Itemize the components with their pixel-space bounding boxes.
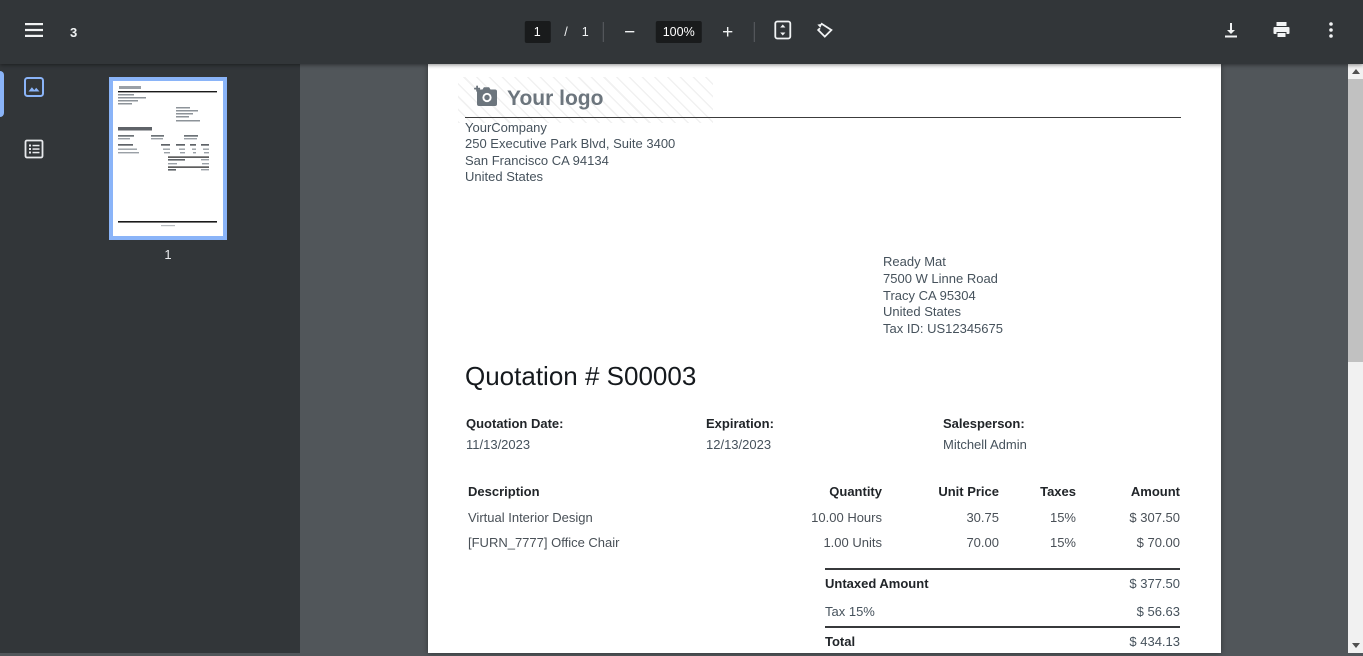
table-header-row: Description Quantity Unit Price Taxes Am… [468,484,1180,509]
outline-icon [23,138,45,165]
page-count: 1 [582,25,589,39]
cell-description: [FURN_7777] Office Chair [468,535,752,550]
selected-tab-indicator [0,71,4,117]
customer-country: United States [883,304,1003,321]
header-taxes: Taxes [999,484,1076,499]
untaxed-amount-row: Untaxed Amount $ 377.50 [825,570,1180,598]
page-thumbnail[interactable] [109,77,227,240]
scrollbar-thumb[interactable] [1348,79,1363,362]
cell-quantity: 10.00 Hours [752,510,882,525]
pdf-page: Your logo YourCompany 250 Executive Park… [428,64,1221,653]
table-row: [FURN_7777] Office Chair 1.00 Units 70.0… [468,535,1180,560]
quotation-date-block: Quotation Date: 11/13/2023 [466,416,564,452]
salesperson-value: Mitchell Admin [943,437,1027,452]
salesperson-block: Salesperson: Mitchell Admin [943,416,1027,452]
download-icon [1222,21,1240,44]
scrollbar-down-button[interactable] [1348,638,1363,653]
pdf-toolbar: 3 1 / 1 − 100% + [0,0,1363,64]
rotate-icon [815,20,835,45]
menu-button[interactable] [20,18,48,46]
untaxed-amount-label: Untaxed Amount [825,576,929,591]
rotate-button[interactable] [811,18,839,46]
kebab-icon [1329,22,1333,43]
print-icon [1272,21,1291,44]
quotation-date-value: 11/13/2023 [466,437,564,452]
total-row: Total $ 434.13 [825,626,1180,656]
header-unit-price: Unit Price [882,484,999,499]
vertical-scrollbar[interactable] [1348,64,1363,653]
camera-icon [473,85,498,113]
cell-unit-price: 30.75 [882,510,999,525]
untaxed-amount-value: $ 377.50 [1129,576,1180,591]
page-separator: / [564,25,567,39]
cell-taxes: 15% [999,535,1076,550]
tax-label: Tax 15% [825,604,875,619]
print-button[interactable] [1267,18,1295,46]
expiration-block: Expiration: 12/13/2023 [706,416,774,452]
company-name: YourCompany [465,120,675,136]
zoom-out-button[interactable]: − [618,23,642,42]
cell-amount: $ 307.50 [1076,510,1180,525]
cell-description: Virtual Interior Design [468,510,752,525]
logo-text: Your logo [507,87,603,111]
cell-taxes: 15% [999,510,1076,525]
scrollbar-up-button[interactable] [1348,64,1363,79]
customer-address: Ready Mat 7500 W Linne Road Tracy CA 953… [883,254,1003,338]
header-divider [465,117,1181,118]
cell-unit-price: 70.00 [882,535,999,550]
tab-thumbnails[interactable] [21,76,47,102]
thumbnail-panel: 1 [0,64,300,653]
header-description: Description [468,484,752,499]
zoom-in-button[interactable]: + [716,23,740,42]
customer-name: Ready Mat [883,254,1003,271]
page-thumbnail-preview [113,81,223,236]
header-quantity: Quantity [752,484,882,499]
cell-amount: $ 70.00 [1076,535,1180,550]
company-street: 250 Executive Park Blvd, Suite 3400 [465,136,675,152]
thumbnails-icon [22,75,46,104]
page-input[interactable]: 1 [524,21,550,43]
tax-value: $ 56.63 [1137,604,1180,619]
expiration-label: Expiration: [706,416,774,431]
totals-table: Untaxed Amount $ 377.50 Tax 15% $ 56.63 … [825,568,1180,656]
customer-tax-id: Tax ID: US12345675 [883,321,1003,338]
cell-quantity: 1.00 Units [752,535,882,550]
fit-page-icon [773,20,793,45]
header-amount: Amount [1076,484,1180,499]
fit-page-button[interactable] [769,18,797,46]
thumbnail-page-number: 1 [109,247,227,262]
zoom-level[interactable]: 100% [656,21,702,43]
company-address: YourCompany 250 Executive Park Blvd, Sui… [465,120,675,186]
total-value: $ 434.13 [1129,634,1180,649]
company-logo: Your logo [473,85,603,113]
quotation-date-label: Quotation Date: [466,416,564,431]
more-options-button[interactable] [1317,18,1345,46]
toolbar-divider [603,22,604,42]
company-country: United States [465,169,675,185]
customer-street: 7500 W Linne Road [883,271,1003,288]
document-title: 3 [70,25,77,40]
order-lines-table: Description Quantity Unit Price Taxes Am… [468,484,1180,560]
toolbar-divider [754,22,755,42]
quotation-title: Quotation # S00003 [465,361,696,392]
download-button[interactable] [1217,18,1245,46]
total-label: Total [825,634,855,649]
arrow-up-icon [1352,69,1360,74]
hamburger-icon [25,23,43,42]
company-city: San Francisco CA 94134 [465,153,675,169]
expiration-value: 12/13/2023 [706,437,774,452]
table-row: Virtual Interior Design 10.00 Hours 30.7… [468,510,1180,535]
tab-document-outline[interactable] [21,138,47,164]
customer-city: Tracy CA 95304 [883,288,1003,305]
tax-row: Tax 15% $ 56.63 [825,598,1180,626]
arrow-down-icon [1352,643,1360,648]
salesperson-label: Salesperson: [943,416,1027,431]
